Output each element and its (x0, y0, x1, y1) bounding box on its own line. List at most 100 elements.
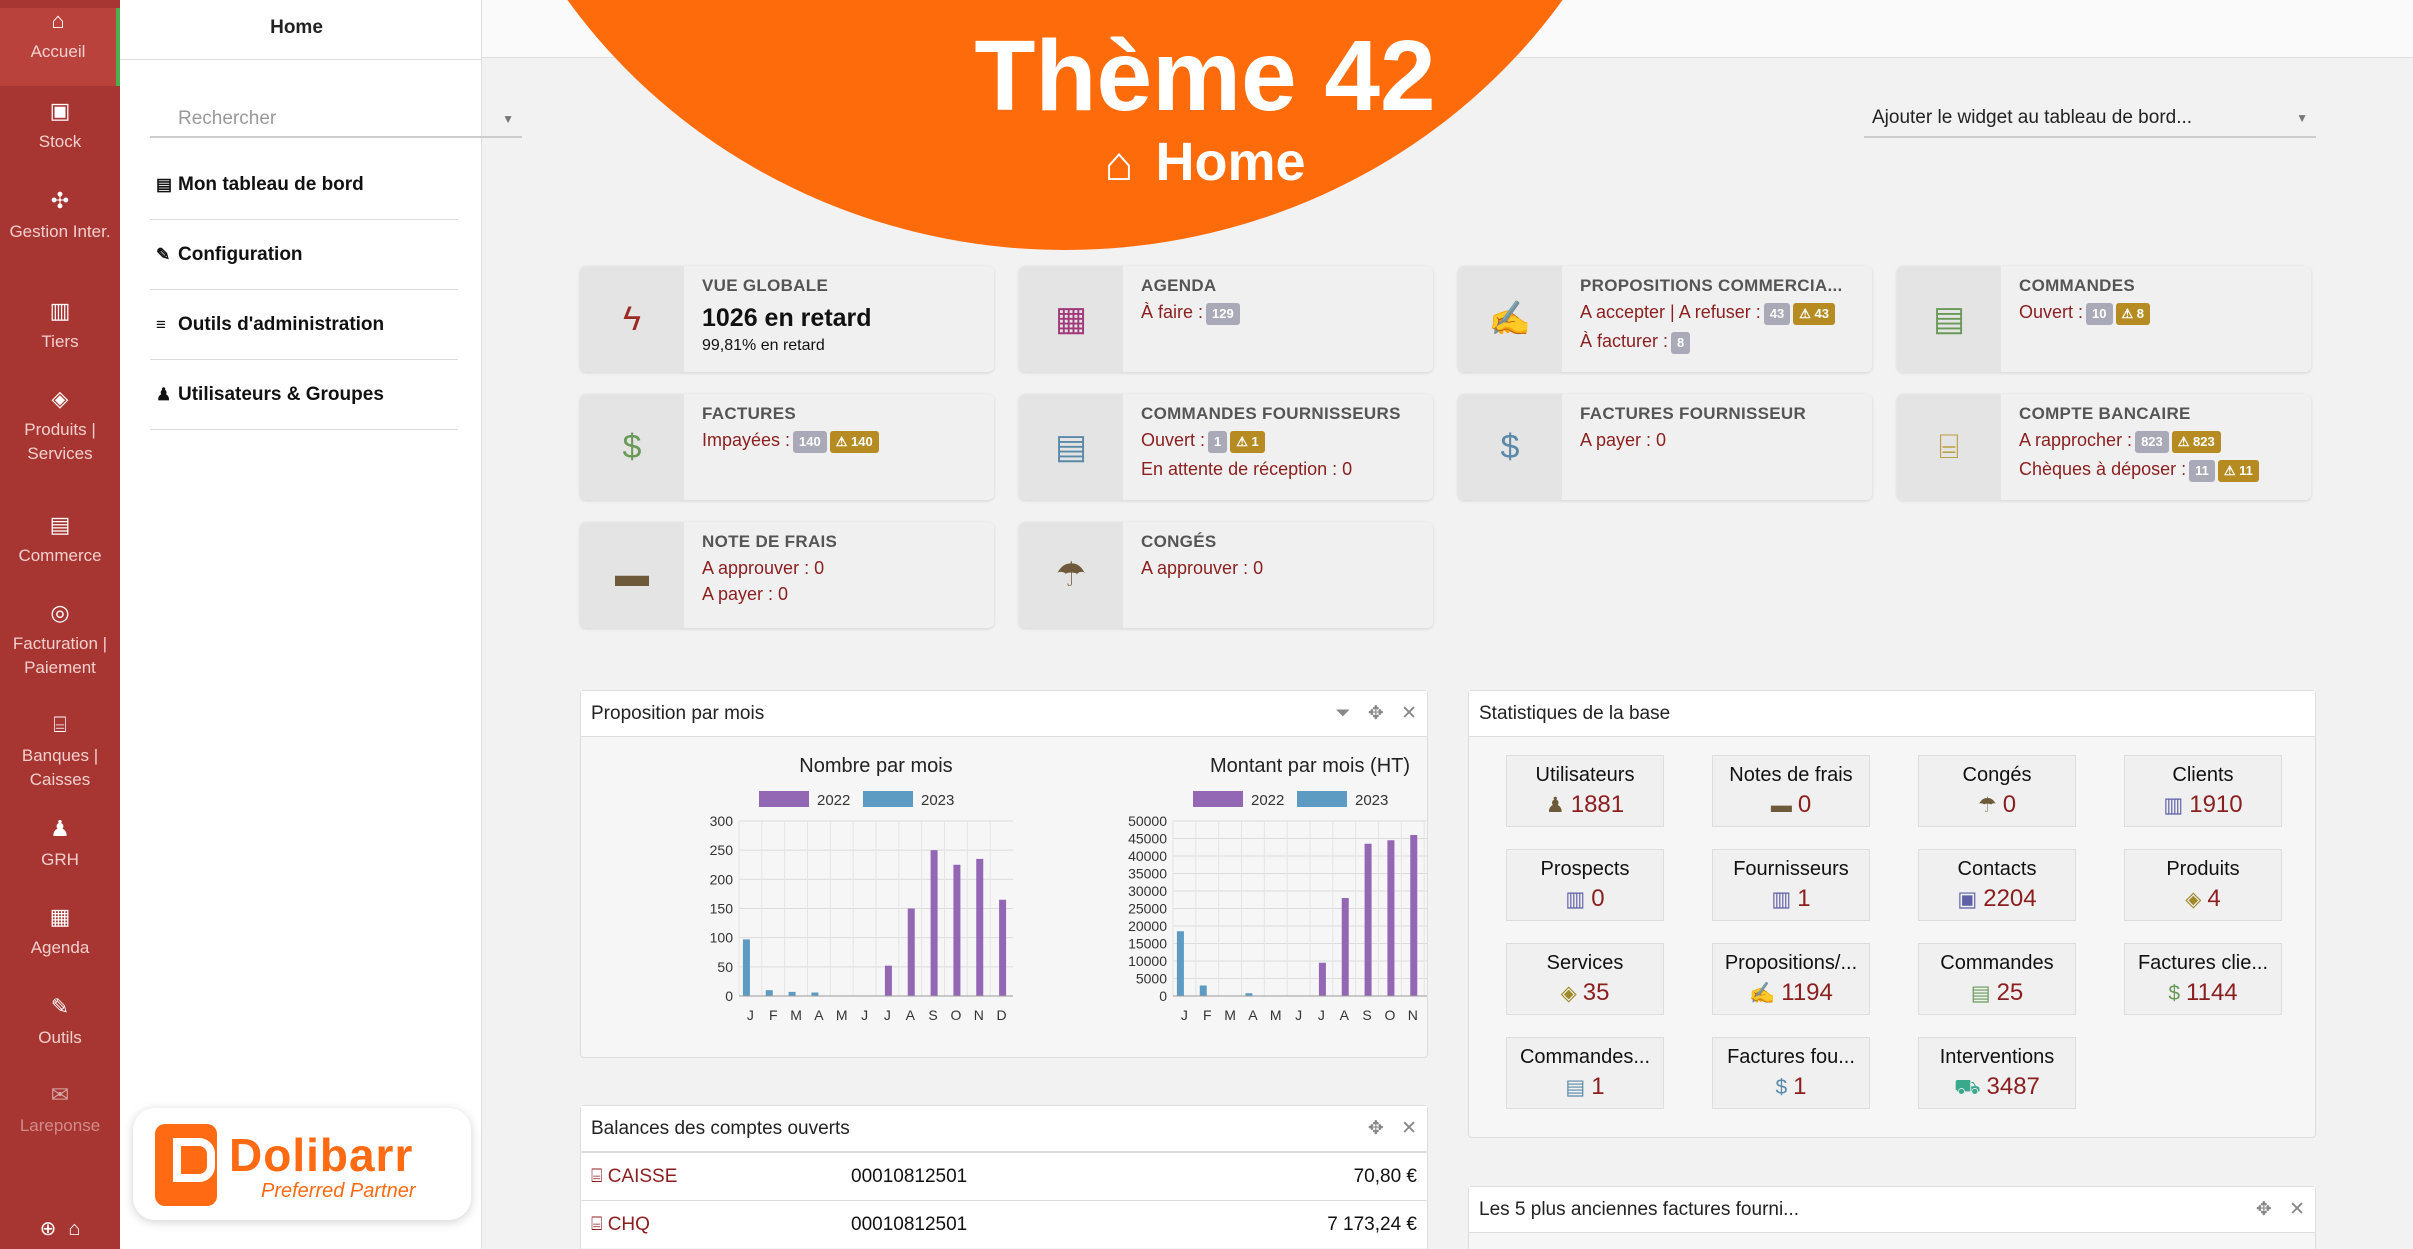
building-icon: ▥ (1771, 888, 1792, 911)
rail-item[interactable]: ◎ Facturation | Paiement (0, 600, 120, 680)
rail-item[interactable]: ▤ Commerce (0, 512, 120, 568)
warning-count: 823 (2193, 434, 2215, 449)
legend-swatch (1193, 791, 1243, 807)
info-box[interactable]: ▬ NOTE DE FRAIS A approuver : 0 A payer : 0 (580, 522, 994, 628)
info-box-line[interactable]: À faire :129 (1141, 302, 1423, 325)
stat-label: Interventions (1939, 1046, 2055, 1068)
info-box-line[interactable]: A approuver : 0 (1141, 558, 1423, 578)
sidebar-menu-item[interactable]: ▤ Mon tableau de bord (150, 150, 458, 220)
info-box-line[interactable]: A approuver : 0 (702, 558, 984, 578)
info-box-line-label: A payer : 0 (702, 584, 789, 604)
info-box-line[interactable]: En attente de réception : 0 (1141, 459, 1423, 479)
home-icon[interactable]: ⌂ (68, 1218, 80, 1240)
x-tick-label: J (884, 1007, 891, 1023)
stat-card[interactable]: Clients ▥ 1910 (2124, 755, 2282, 827)
stat-card[interactable]: Fournisseurs ▥ 1 (1712, 849, 1870, 921)
rail-item[interactable]: ⌸ Banques | Caisses (0, 712, 120, 792)
rail-item[interactable]: ▥ Tiers (0, 298, 120, 354)
x-tick-label: A (906, 1007, 916, 1023)
stat-card[interactable]: Propositions/... ✍ 1194 (1712, 943, 1870, 1015)
stat-card[interactable]: Contacts ▣ 2204 (1918, 849, 2076, 921)
rail-item-label: Stock (38, 132, 82, 151)
globe-icon[interactable]: ⊕ (40, 1218, 57, 1240)
building-icon: ▥ (1565, 888, 1586, 911)
info-box[interactable]: ϟ VUE GLOBALE 1026 en retard 99,81% en reta… (580, 266, 994, 372)
info-box-line[interactable]: A payer : 0 (702, 584, 984, 604)
filter-icon[interactable]: ⏷ (1335, 703, 1350, 724)
info-box-line[interactable]: Chèques à déposer :11 ⚠ 11 (2019, 459, 2301, 482)
stat-card[interactable]: Congés ☂ 0 (1918, 755, 2076, 827)
info-box-line[interactable]: A accepter | A refuser :43 ⚠ 43 (1580, 302, 1862, 325)
coins-icon: ◎ (50, 600, 70, 625)
rail-item[interactable]: ▣ Stock (0, 98, 120, 154)
stat-card[interactable]: Factures clie... $1144 (2124, 943, 2282, 1015)
info-box[interactable]: ▤ COMMANDES Ouvert :10 ⚠ 8 (1897, 266, 2311, 372)
info-box-line[interactable]: Ouvert :10 ⚠ 8 (2019, 302, 2301, 325)
rail-item[interactable]: ✣ Gestion Inter. (0, 188, 120, 244)
stat-card[interactable]: Notes de frais ▬ 0 (1712, 755, 1870, 827)
stat-label: Produits (2166, 858, 2240, 880)
stat-card[interactable]: Interventions ⛟ 3487 (1918, 1037, 2076, 1109)
warning-icon: ⚠ (1236, 434, 1252, 449)
close-icon[interactable]: ✕ (2289, 1199, 2305, 1220)
info-box-line[interactable]: A payer : 0 (1580, 430, 1862, 450)
rail-item[interactable]: ▦ Agenda (0, 904, 120, 960)
stat-value: 1910 (2189, 791, 2243, 818)
sidebar-menu-item[interactable]: ♟ Utilisateurs & Groupes (150, 360, 458, 430)
stat-card[interactable]: Commandes... ▤ 1 (1506, 1037, 1664, 1109)
sidebar-search-input[interactable]: Rechercher ▼ (150, 104, 522, 138)
close-icon[interactable]: ✕ (1401, 1118, 1417, 1139)
bar (811, 992, 819, 996)
info-box-line[interactable]: Impayées :140 ⚠ 140 (702, 430, 984, 453)
info-box-line[interactable]: Ouvert :1 ⚠ 1 (1141, 430, 1423, 453)
invoice-icon: $ (1458, 394, 1562, 500)
info-box-title: FACTURES (702, 404, 797, 423)
count-badge: 823 (2135, 431, 2169, 453)
info-box-line-label: Ouvert : (1141, 430, 1206, 450)
account-number: 00010812501 (851, 1214, 968, 1235)
stat-card[interactable]: Services ◈ 35 (1506, 943, 1664, 1015)
info-box-line-label: A accepter | A refuser : (1580, 302, 1761, 322)
info-box[interactable]: ☂ CONGÉS A approuver : 0 (1019, 522, 1433, 628)
rail-item-label: Lareponse (19, 1116, 101, 1135)
info-box[interactable]: $ FACTURES FOURNISSEUR A payer : 0 (1458, 394, 1872, 500)
stat-card[interactable]: Factures fou... $1 (1712, 1037, 1870, 1109)
add-widget-select[interactable]: Ajouter le widget au tableau de bord... … (1864, 100, 2316, 138)
table-row[interactable]: ⌸ CAISSE 00010812501 70,80 € (581, 1152, 1427, 1200)
stat-label: Prospects (1540, 858, 1630, 880)
stat-card[interactable]: Prospects ▥ 0 (1506, 849, 1664, 921)
rail-item[interactable]: ◈ Produits | Services (0, 386, 120, 466)
account-name-cell[interactable]: ⌸ CHQ (591, 1201, 650, 1249)
move-icon[interactable]: ✥ (2256, 1199, 2272, 1220)
stat-card[interactable]: Commandes ▤ 25 (1918, 943, 2076, 1015)
invoice-icon: $ (2168, 982, 2181, 1005)
rail-item[interactable]: ✉ Lareponse (0, 1082, 120, 1138)
info-box[interactable]: ✍ PROPOSITIONS COMMERCIA... A accepter | A… (1458, 266, 1872, 372)
info-box[interactable]: ▤ COMMANDES FOURNISSEURS Ouvert :1 ⚠ 1 En at… (1019, 394, 1433, 500)
stat-card[interactable]: Produits ◈ 4 (2124, 849, 2282, 921)
table-row[interactable]: ⌸ CHQ 00010812501 7 173,24 € (581, 1200, 1427, 1248)
sidebar-menu-item[interactable]: ≡ Outils d'administration (150, 290, 458, 360)
info-box[interactable]: $ FACTURES Impayées :140 ⚠ 140 (580, 394, 994, 500)
warning-count: 8 (2136, 306, 2145, 321)
bank-icon: ⌸ (53, 712, 67, 737)
close-icon[interactable]: ✕ (1401, 703, 1417, 724)
rail-item[interactable]: ✎ Outils (0, 994, 120, 1050)
info-box[interactable]: ▦ AGENDA À faire :129 (1019, 266, 1433, 372)
rail-item[interactable]: ♟ GRH (0, 816, 120, 872)
calendar-icon: ▦ (1019, 266, 1123, 372)
move-icon[interactable]: ✥ (1368, 1118, 1384, 1139)
info-box-line[interactable]: À facturer :8 (1580, 331, 1862, 354)
info-box-title: VUE GLOBALE (702, 276, 829, 295)
info-box-title: COMPTE BANCAIRE (2019, 404, 2191, 423)
account-name: CHQ (607, 1214, 650, 1235)
wallet-icon: ▬ (580, 522, 684, 628)
stat-card[interactable]: Utilisateurs ♟ 1881 (1506, 755, 1664, 827)
warning-icon: ⚠ (1799, 306, 1815, 321)
info-box-line[interactable]: A rapprocher :823 ⚠ 823 (2019, 430, 2301, 453)
move-icon[interactable]: ✥ (1368, 703, 1384, 724)
info-box[interactable]: ⌸ COMPTE BANCAIRE A rapprocher :823 ⚠ 823 Ch… (1897, 394, 2311, 500)
sidebar-menu-item[interactable]: ✎ Configuration (150, 220, 458, 290)
rail-item[interactable]: ⌂ Accueil (0, 8, 120, 86)
account-name-cell[interactable]: ⌸ CAISSE (591, 1153, 677, 1201)
